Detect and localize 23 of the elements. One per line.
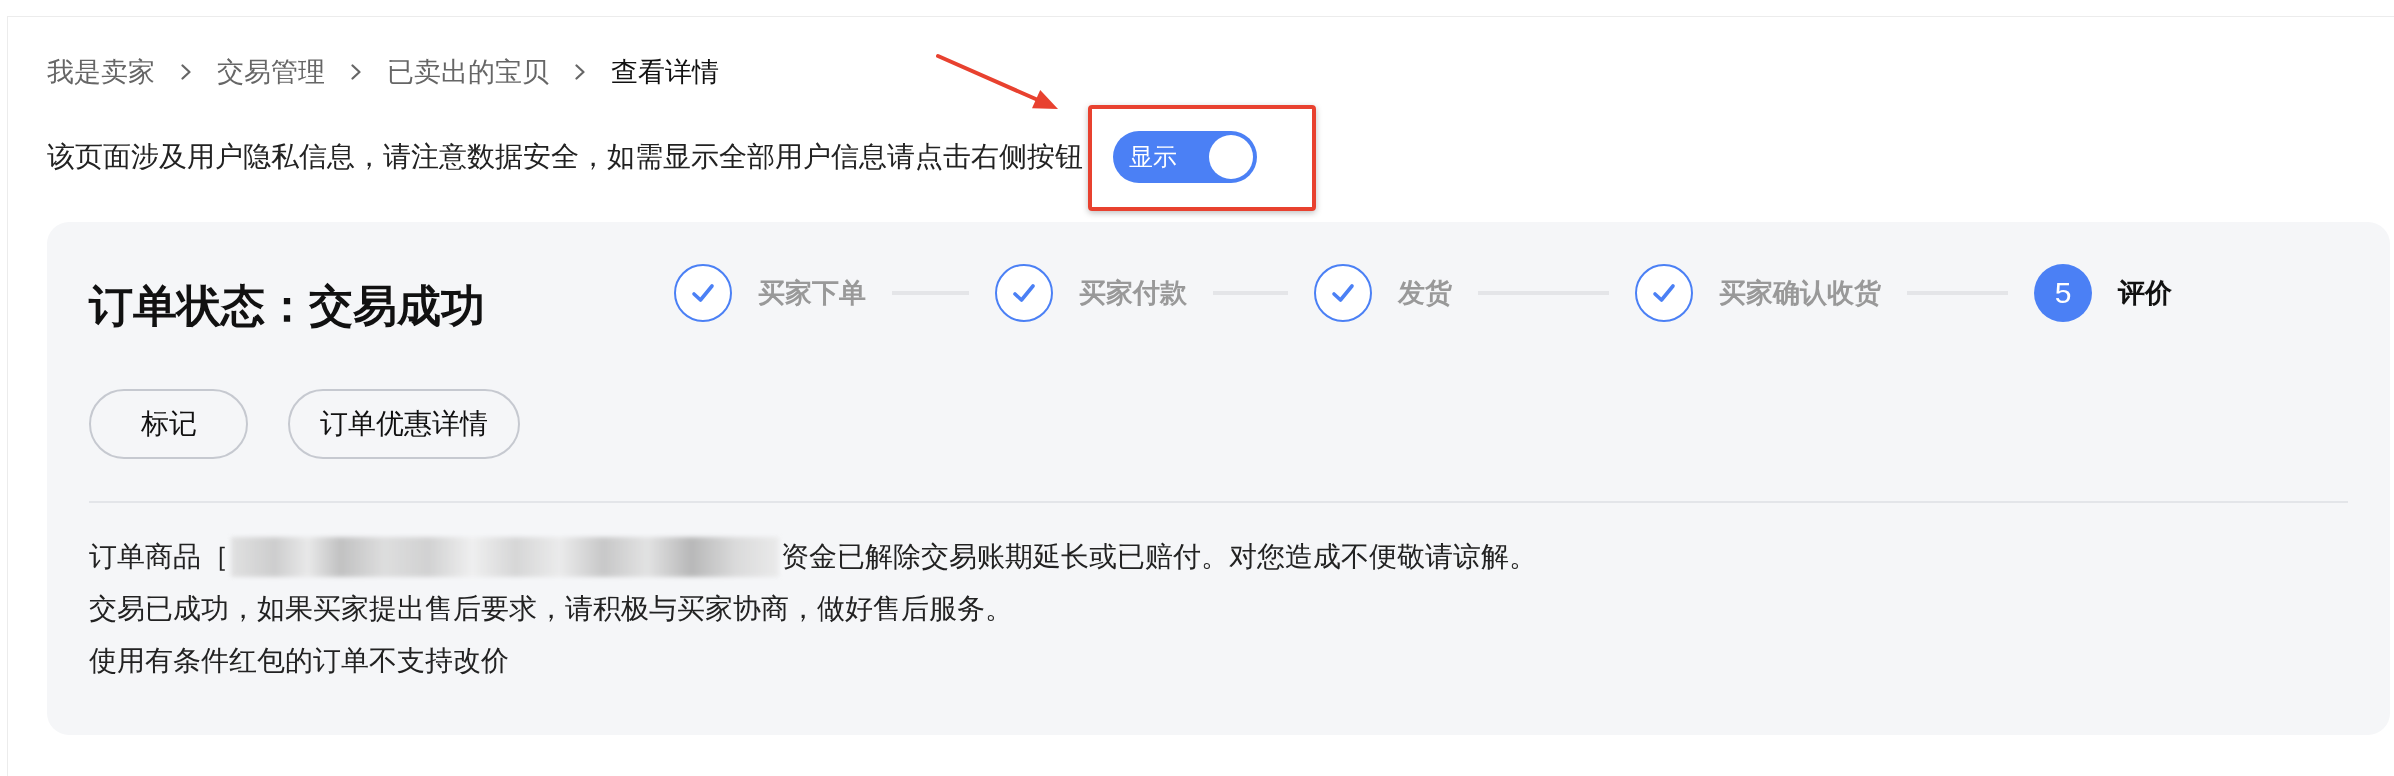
order-action-button[interactable]: 订单优惠详情 (288, 389, 520, 459)
order-message-text: 使用有条件红包的订单不支持改价 (89, 644, 509, 678)
chevron-right-icon (575, 64, 585, 80)
order-message-text: 交易已成功，如果买家提出售后要求，请积极与买家协商，做好售后服务。 (89, 592, 1013, 626)
order-message-text: 资金已解除交易账期延长或已赔付。对您造成不便敬请谅解。 (781, 540, 1537, 574)
order-message-text: 订单商品［ (89, 540, 229, 574)
step-label: 买家付款 (1079, 277, 1187, 310)
step-label: 买家确认收货 (1719, 277, 1881, 310)
step-number: 5 (2034, 264, 2092, 322)
privacy-toggle[interactable]: 显示 (1113, 131, 1257, 183)
breadcrumb-link[interactable]: 已卖出的宝贝 (387, 54, 549, 90)
step-label: 评价 (2118, 277, 2172, 310)
step-label: 发货 (1398, 277, 1452, 310)
chevron-right-icon (351, 64, 361, 80)
breadcrumb-current: 查看详情 (611, 56, 719, 89)
breadcrumb-link[interactable]: 我是卖家 (47, 54, 155, 90)
toggle-knob-icon (1209, 135, 1253, 179)
breadcrumb-link[interactable]: 交易管理 (217, 54, 325, 90)
privacy-notice-text: 该页面涉及用户隐私信息，请注意数据安全，如需显示全部用户信息请点击右侧按钮 (47, 140, 1083, 174)
order-action-button[interactable]: 标记 (89, 389, 248, 459)
step-label: 买家下单 (758, 277, 866, 310)
order-status-title: 订单状态：交易成功 (89, 281, 485, 330)
chevron-right-icon (181, 64, 191, 80)
